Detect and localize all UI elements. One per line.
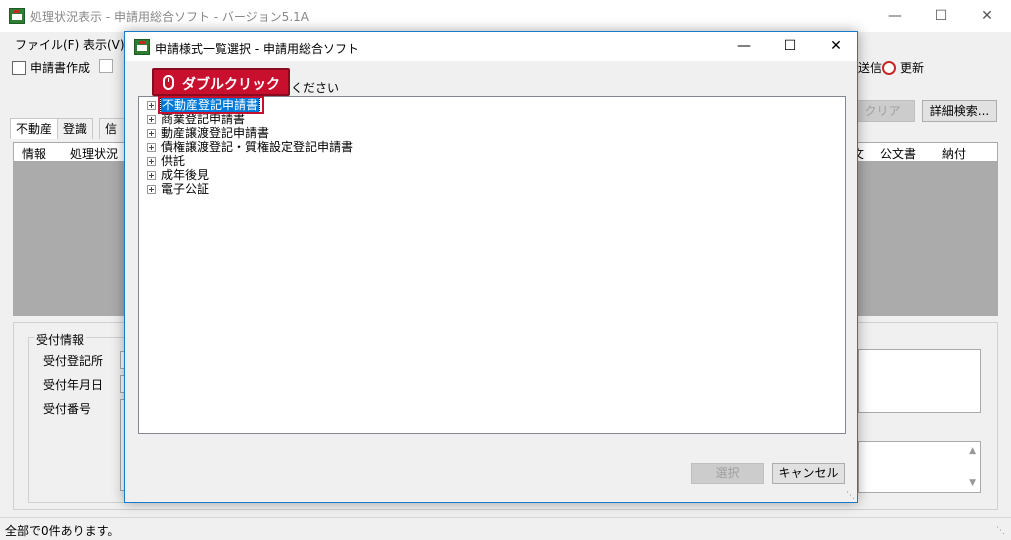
- send-button[interactable]: 送信: [858, 59, 882, 76]
- expand-icon[interactable]: [147, 156, 156, 166]
- tree-item-label: 電子公証: [161, 182, 210, 196]
- dialog-maximize-icon[interactable]: ☐: [767, 32, 813, 61]
- grid-header-payment[interactable]: 納付: [942, 145, 966, 162]
- document-icon: [12, 60, 26, 75]
- tab-registration[interactable]: 登識: [57, 118, 94, 139]
- expand-icon[interactable]: [147, 142, 156, 152]
- main-title-bar: 処理状況表示 - 申請用総合ソフト - バージョン5.1A — ☐ ✕: [0, 0, 1011, 32]
- create-application-label: 申請書作成: [30, 61, 91, 75]
- dialog-resize-grip-icon[interactable]: ⋱: [846, 491, 856, 501]
- tree-item-label: 商業登記申請書: [161, 112, 246, 126]
- grid-header-status[interactable]: 処理状況: [70, 145, 118, 162]
- category-tabs: 不動産 登識 信託: [10, 118, 130, 156]
- expand-icon[interactable]: [147, 184, 156, 194]
- form-tree: 不動産登記申請書 商業登記申請書 動産譲渡登記申請書 債権譲渡登記・質権設定登記…: [138, 96, 846, 434]
- dialog-title: 申請様式一覧選択 - 申請用総合ソフト: [155, 42, 359, 56]
- cancel-button[interactable]: キャンセル: [772, 463, 845, 484]
- tree-item-movable-transfer[interactable]: 動産譲渡登記申請書: [147, 126, 269, 140]
- status-bar: 全部で0件あります。 ⋱: [0, 517, 1011, 540]
- refresh-button[interactable]: 更新: [882, 59, 924, 76]
- close-icon[interactable]: ✕: [964, 0, 1010, 32]
- tree-item-claim-transfer[interactable]: 債権譲渡登記・質権設定登記申請書: [147, 140, 353, 154]
- main-window-title: 処理状況表示 - 申請用総合ソフト - バージョン5.1A: [30, 10, 309, 24]
- tab-real-estate[interactable]: 不動産: [10, 118, 59, 139]
- toolbar-partial-button[interactable]: [99, 59, 113, 73]
- status-text: 全部で0件あります。: [5, 524, 120, 538]
- dialog-minimize-icon[interactable]: —: [721, 32, 767, 61]
- reception-number-label: 受付番号: [43, 402, 92, 416]
- clear-button[interactable]: クリア: [850, 100, 915, 122]
- app-icon: [9, 8, 25, 24]
- expand-icon[interactable]: [147, 100, 156, 110]
- send-label: 送信: [858, 61, 883, 75]
- right-list-box[interactable]: ▲ ▼: [858, 441, 981, 493]
- dialog-instruction: ください: [291, 81, 340, 95]
- tree-item-commercial[interactable]: 商業登記申請書: [147, 112, 245, 126]
- highlight-frame: [158, 96, 264, 114]
- reception-date-label: 受付年月日: [43, 378, 104, 392]
- expand-icon[interactable]: [147, 170, 156, 180]
- dialog-title-bar: 申請様式一覧選択 - 申請用総合ソフト — ☐ ✕: [125, 32, 857, 61]
- dialog-close-icon[interactable]: ✕: [813, 32, 859, 61]
- reception-group-label: 受付情報: [34, 331, 87, 348]
- select-button[interactable]: 選択: [691, 463, 764, 484]
- expand-icon[interactable]: [147, 114, 156, 124]
- refresh-icon: [882, 60, 896, 75]
- tree-item-label: 動産譲渡登記申請書: [161, 126, 270, 140]
- menu-view[interactable]: 表示(V): [83, 36, 125, 53]
- tree-item-label: 供託: [161, 154, 186, 168]
- double-click-callout: ダブルクリック: [152, 68, 290, 96]
- app-icon: [134, 39, 150, 55]
- mouse-icon: [163, 75, 174, 90]
- expand-icon[interactable]: [147, 128, 156, 138]
- grid-header-official-doc[interactable]: 公文書: [880, 145, 916, 162]
- right-text-area[interactable]: [858, 349, 981, 413]
- minimize-icon[interactable]: —: [872, 0, 918, 32]
- refresh-label: 更新: [900, 61, 925, 75]
- reception-office-label: 受付登記所: [43, 354, 104, 368]
- resize-grip-icon[interactable]: ⋱: [996, 526, 1006, 536]
- tree-item-label: 成年後見: [161, 168, 210, 182]
- detail-search-button[interactable]: 詳細検索...: [922, 100, 997, 122]
- document-icon: [99, 59, 113, 73]
- maximize-icon[interactable]: ☐: [918, 0, 964, 32]
- grid-header-info[interactable]: 情報: [22, 145, 46, 162]
- tree-item-notary[interactable]: 電子公証: [147, 182, 209, 196]
- scroll-up-icon[interactable]: ▲: [969, 446, 976, 456]
- scroll-down-icon[interactable]: ▼: [969, 478, 976, 488]
- tree-item-guardianship[interactable]: 成年後見: [147, 168, 209, 182]
- create-application-button[interactable]: 申請書作成: [12, 59, 90, 76]
- tree-item-deposit[interactable]: 供託: [147, 154, 185, 168]
- menu-file[interactable]: ファイル(F): [15, 36, 79, 53]
- tree-item-label: 債権譲渡登記・質権設定登記申請書: [161, 140, 354, 154]
- callout-text: ダブルクリック: [182, 77, 280, 93]
